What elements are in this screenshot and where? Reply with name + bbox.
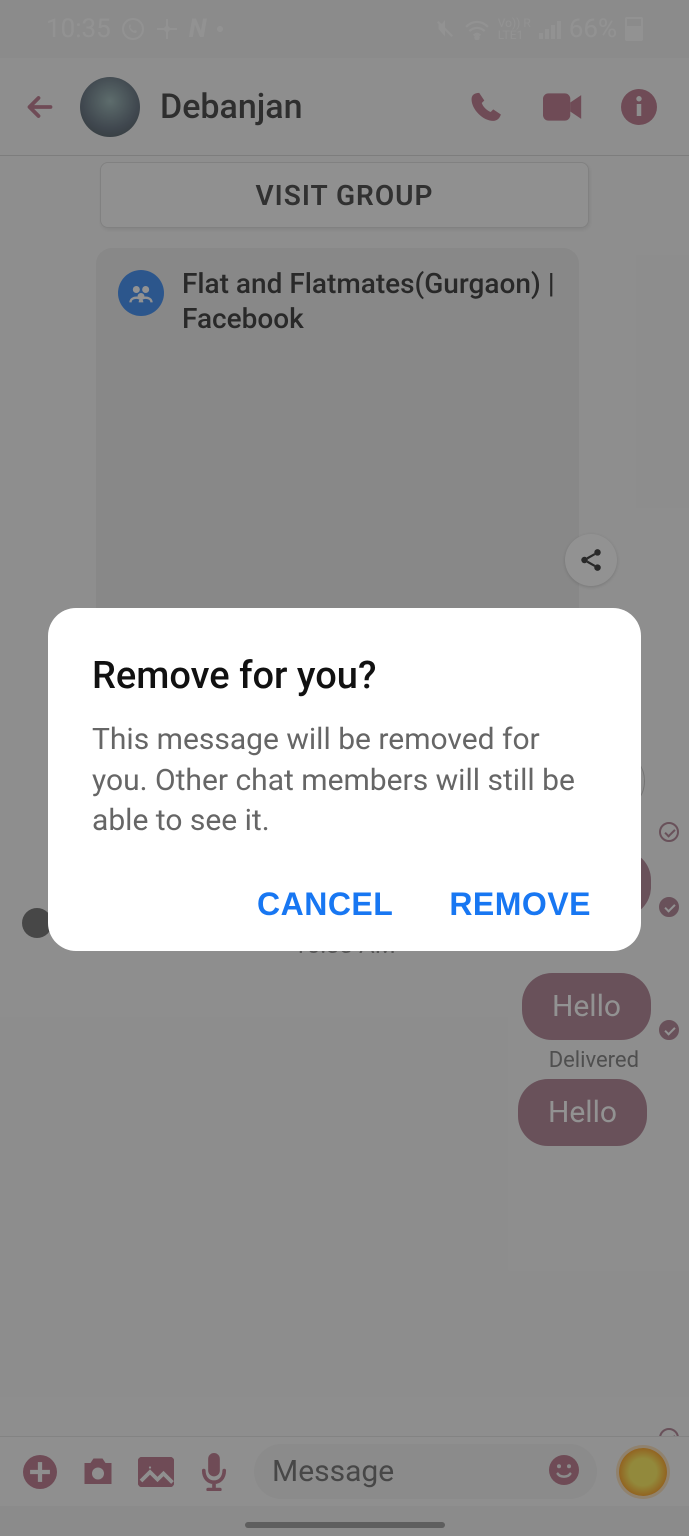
dialog-title: Remove for you? xyxy=(92,654,597,698)
remove-confirm-dialog: Remove for you? This message will be rem… xyxy=(48,608,641,951)
cancel-button[interactable]: CANCEL xyxy=(257,886,393,923)
dialog-body: This message will be removed for you. Ot… xyxy=(92,720,597,842)
remove-button[interactable]: REMOVE xyxy=(449,886,591,923)
